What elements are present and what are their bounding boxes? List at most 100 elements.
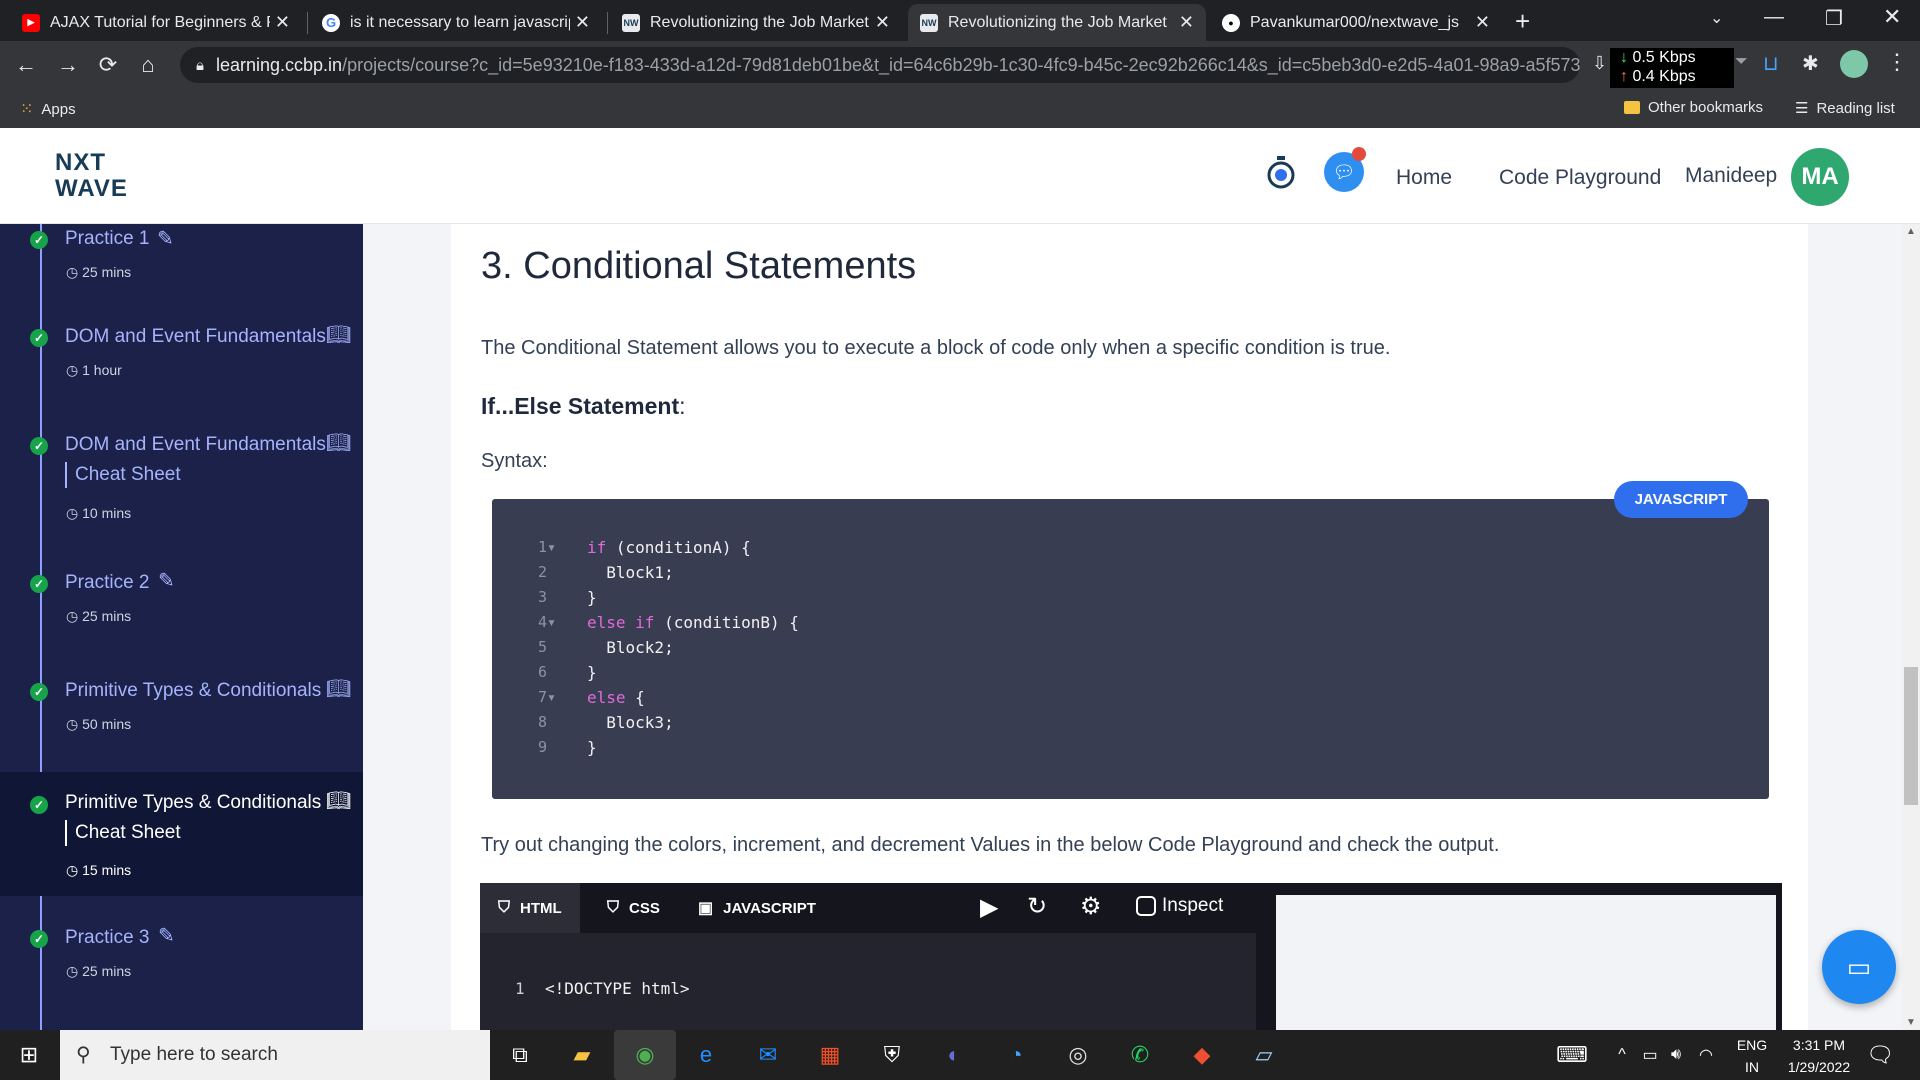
completed-check-icon: ✓ [30,796,48,814]
taskbar-search[interactable]: ⚲ Type here to search [60,1030,490,1080]
syntax-label: Syntax: [481,450,548,472]
close-tab-icon[interactable]: ✕ [575,12,590,33]
mail-icon[interactable]: ✉ [752,1040,784,1070]
browser-tab[interactable]: ▶ AJAX Tutorial for Beginners & Pr ✕ [10,4,302,41]
url-path: /projects/course?c_id=5e93210e-f183-433d… [342,54,1580,75]
obs-icon[interactable]: ◎ [1062,1040,1094,1070]
store-icon[interactable]: ▦ [814,1040,846,1070]
close-window-icon[interactable]: ✕ [1883,4,1901,30]
menu-kebab-icon[interactable]: ⋮ [1886,49,1908,75]
close-tab-icon[interactable]: ✕ [275,12,290,33]
code-line: 2 Block1; [492,560,1769,585]
tab-search-icon[interactable]: ⌄ [1710,8,1723,28]
home-icon[interactable]: ⌂ [132,49,164,81]
net-up: 0.4 Kbps [1632,68,1696,85]
scroll-up-icon[interactable]: ▲ [1906,226,1916,237]
scrollbar-thumb[interactable] [1904,667,1918,805]
profile-avatar[interactable] [1840,50,1868,78]
address-bar[interactable]: 🔒︎ learning.ccbp.in/projects/course?c_id… [180,47,1580,83]
code-text: } [587,738,597,757]
sidebar-item-practice-3[interactable]: ✓ Practice 3 ✎ ◷ 25 mins [0,923,363,1013]
tab-javascript[interactable]: ▣ JAVASCRIPT [680,883,834,933]
task-view-icon[interactable]: ⧉ [504,1040,536,1070]
close-tab-icon[interactable]: ✕ [1475,12,1490,33]
chrome-icon[interactable]: ◉ [614,1030,676,1080]
sidebar-item-practice-1[interactable]: ✓ Practice 1 ✎ ◷ 25 mins [0,224,363,304]
back-icon[interactable]: ← [10,49,42,81]
notification-center-icon[interactable]: 🗨︎ [1864,1040,1896,1070]
code-line: 3 } [492,585,1769,610]
git-icon[interactable]: ◆ [1186,1040,1218,1070]
code-playground: ⛉ HTML ⛉ CSS ▣ JAVASCRIPT ▶ ↻ ⚙ Inspect 1 <… [480,883,1782,1030]
duration: ◷ 15 mins [66,862,132,878]
volume-icon[interactable]: 🔊︎ [1660,1040,1692,1070]
windows-start-icon[interactable]: ⊞ [0,1030,58,1080]
reset-icon[interactable]: ↻ [1027,892,1047,921]
wifi-icon[interactable]: ◠ [1690,1040,1722,1070]
notification-dot [1352,147,1366,161]
pencil-icon: ✎ [158,570,175,592]
tab-css[interactable]: ⛉ CSS [589,883,678,933]
apps-grid-icon: ⁙ [20,101,34,118]
playground-editor[interactable]: 1 <!DOCTYPE html> [480,933,1256,1030]
sidebar-item-primitive-types[interactable]: ✓ Primitive Types & Conditionals 📖︎ ◷ 50… [0,676,363,766]
apps-bookmark[interactable]: ⁙ Apps [20,99,76,119]
edge-icon[interactable]: ◔ [1000,1040,1032,1070]
minimize-icon[interactable]: — [1764,6,1784,29]
tab-divider [607,12,608,34]
sidebar-item-primitive-types-cheatsheet[interactable]: ✓ Primitive Types & Conditionals 📖︎ Chea… [0,772,363,896]
nav-home[interactable]: Home [1396,166,1452,190]
run-icon[interactable]: ▶ [980,893,998,922]
scroll-down-icon[interactable]: ▼ [1906,1017,1916,1028]
subheading: If...Else Statement: [481,393,686,419]
browser-tab[interactable]: G is it necessary to learn javascript ✕ [310,4,602,41]
nxtwave-logo[interactable]: NXT WAVE [55,150,128,202]
avatar[interactable]: MA [1791,148,1849,206]
clock[interactable]: 3:31 PM 1/29/2022 [1772,1030,1866,1080]
sidebar-item-dom-event-cheatsheet[interactable]: ✓ DOM and Event Fundamentals 📖︎ Cheat Sh… [0,430,363,540]
username[interactable]: Manideep [1685,164,1777,188]
extensions-puzzle-icon[interactable]: ✱ [1802,51,1819,76]
extension-icon[interactable]: ⊔ [1763,51,1779,76]
reading-list[interactable]: ☰ Reading list [1795,99,1895,118]
line-number: 9 [538,738,557,756]
reload-icon[interactable]: ⟳ [92,49,124,81]
reading-list-icon: ☰ [1795,100,1809,117]
sidebar-item-practice-2[interactable]: ✓ Practice 2 ✎ ◷ 25 mins [0,568,363,658]
browser-tab[interactable]: ● Pavankumar000/nextwave_js ✕ [1210,4,1502,41]
browser-tab[interactable]: NW Revolutionizing the Job Market | ✕ [610,4,902,41]
inspect-button[interactable]: Inspect [1136,895,1223,917]
close-tab-icon[interactable]: ✕ [1179,12,1194,33]
timer-icon[interactable] [1266,154,1296,189]
language-indicator[interactable]: ENG IN [1732,1030,1772,1080]
whatsapp-icon[interactable]: ✆ [1124,1040,1156,1070]
close-tab-icon[interactable]: ✕ [875,12,890,33]
sidebar-item-dom-event[interactable]: ✓ DOM and Event Fundamentals 📖︎ ◷ 1 hour [0,322,363,412]
playground-preview [1276,895,1776,1030]
browser-tab-active[interactable]: NW Revolutionizing the Job Market | ✕ [908,4,1206,41]
support-chat-button[interactable]: ▭ [1822,930,1896,1004]
tab-divider [307,12,308,34]
sidebar-item-subtitle: Cheat Sheet [65,820,181,846]
install-icon[interactable]: ⇩ [1592,53,1607,74]
security-shield-icon[interactable]: ⛨ [876,1040,908,1070]
settings-gear-icon[interactable]: ⚙ [1080,892,1102,921]
eclipse-icon[interactable]: ◐ [938,1040,970,1070]
sidebar-item-title: Practice 3 [65,927,150,948]
internet-explorer-icon[interactable]: e [690,1040,722,1070]
tab-html[interactable]: ⛉ HTML [480,883,580,933]
file-explorer-icon[interactable]: ▰ [566,1040,598,1070]
app-icon[interactable]: ▱ [1248,1040,1280,1070]
restore-icon[interactable]: ❐ [1825,6,1843,31]
page-scrollbar[interactable]: ▲ ▼ [1902,224,1920,1030]
try-paragraph: Try out changing the colors, increment, … [481,834,1500,856]
extension-icon[interactable]: ⏷ [1735,53,1748,71]
nav-code-playground[interactable]: Code Playground [1499,166,1661,190]
other-bookmarks[interactable]: Other bookmarks [1624,99,1763,116]
clock-icon: ◷ [66,716,83,732]
net-down: 0.5 Kbps [1632,49,1696,66]
new-tab-button[interactable]: + [1515,6,1530,37]
completed-check-icon: ✓ [30,231,48,249]
forward-icon[interactable]: → [52,49,84,81]
keyboard-icon[interactable]: ⌨ [1556,1040,1588,1070]
